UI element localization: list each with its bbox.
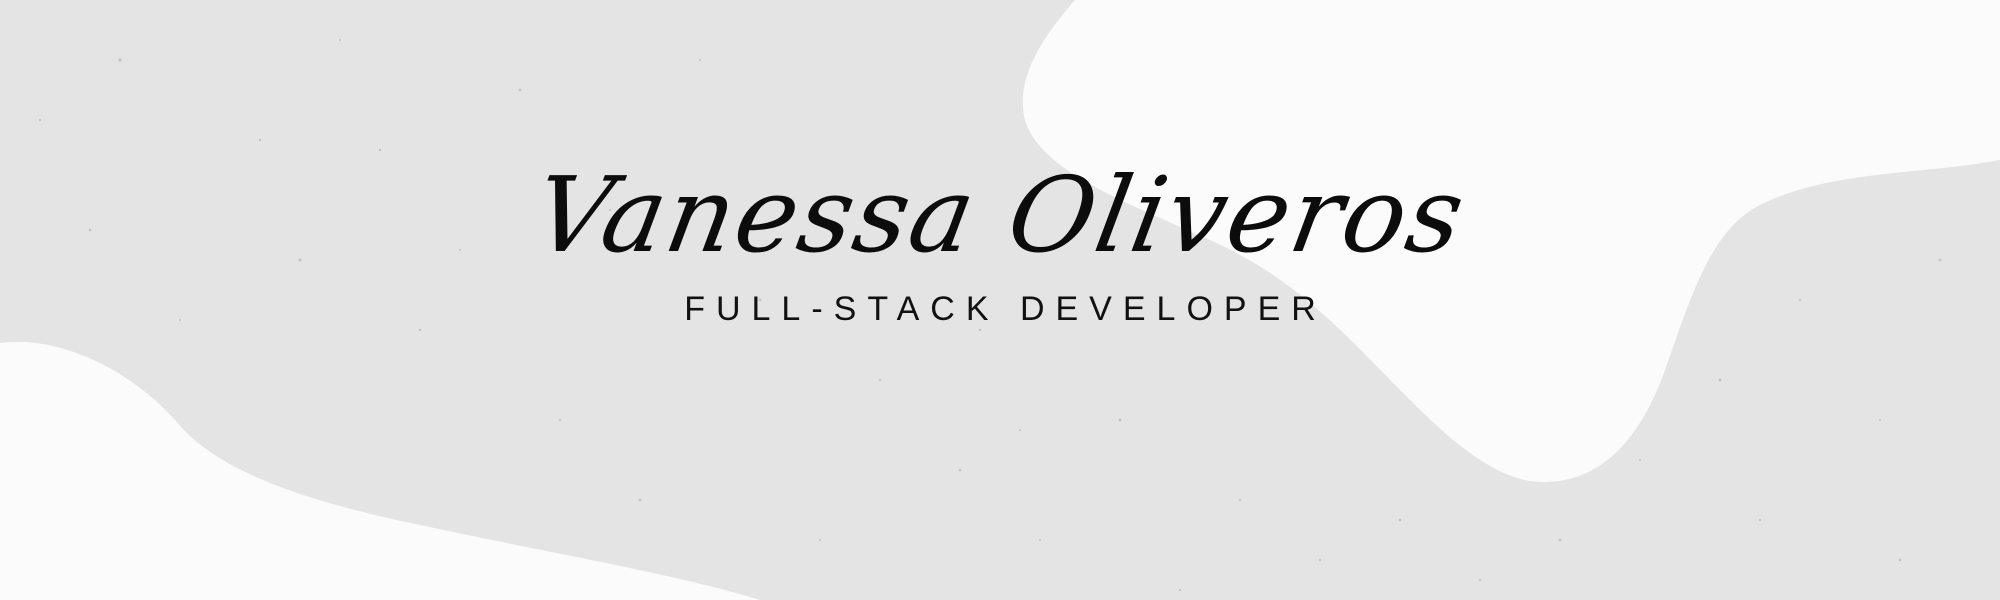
profile-banner: Vanessa Oliveros FULL-STACK DEVELOPER: [0, 0, 2000, 600]
banner-title-group: Vanessa Oliveros FULL-STACK DEVELOPER: [0, 150, 2000, 329]
job-title: FULL-STACK DEVELOPER: [684, 290, 1327, 328]
name-heading: Vanessa Oliveros: [525, 154, 1475, 276]
